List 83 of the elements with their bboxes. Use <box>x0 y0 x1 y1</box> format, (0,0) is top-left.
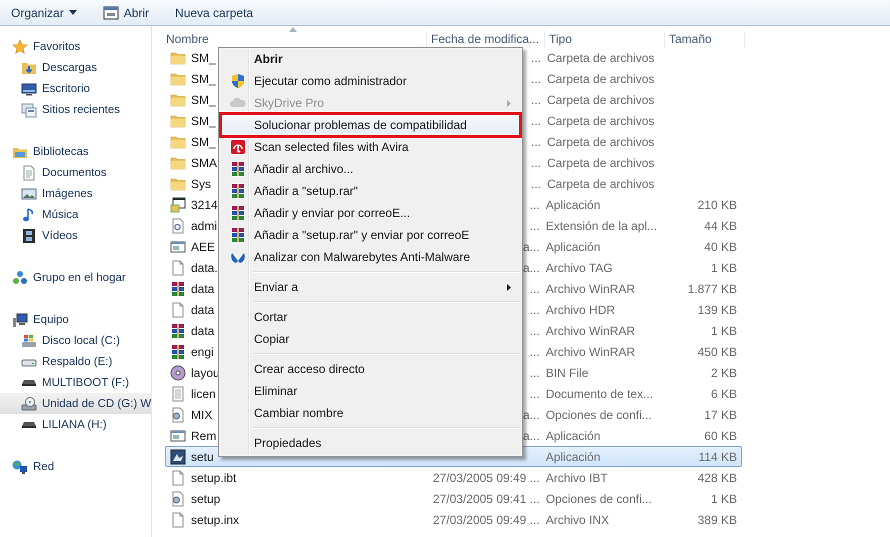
file-name: data <box>191 302 214 316</box>
size-cell-text: 389 KB <box>696 512 738 526</box>
date-cell: 27/03/2005 09:49 ... <box>432 470 540 484</box>
size-cell-text: 17 KB <box>703 408 738 422</box>
size-cell-text: 44 KB <box>703 218 738 232</box>
type-cell-text: Archivo IBT <box>544 470 609 484</box>
file-name: SM_ <box>191 50 216 64</box>
file-name: setup.ibt <box>191 470 236 484</box>
type-cell-text: Carpeta de archivos <box>546 156 656 170</box>
type-cell-text: Archivo TAG <box>544 260 614 274</box>
file-name: SM_ <box>191 92 216 106</box>
type-cell-text: Carpeta de archivos <box>546 134 656 148</box>
date-cell: ... <box>530 302 540 316</box>
size-cell-text: 60 KB <box>703 428 738 442</box>
size-cell-text: 1 KB <box>710 492 738 506</box>
file-name: setu <box>191 450 214 464</box>
type-cell-text: Archivo WinRAR <box>544 282 636 296</box>
file-name: data. <box>191 260 218 274</box>
file-name: data <box>191 282 214 296</box>
size-cell-text: 2 KB <box>710 366 738 380</box>
size-cell-text: 114 KB <box>698 450 738 464</box>
date-cell: 27/03/2005 09:49 ... <box>432 512 540 526</box>
type-cell-text: Archivo HDR <box>544 302 616 316</box>
file-name: SM_ <box>191 72 216 86</box>
date-cell: ... <box>530 156 541 170</box>
file-name: SM_ <box>191 114 216 128</box>
date-cell: a... <box>523 240 540 254</box>
file-name: admi <box>191 218 218 232</box>
size-cell-text: 450 KB <box>696 344 738 358</box>
type-cell-text: Aplicación <box>544 450 602 464</box>
type-cell-text: Aplicación <box>544 240 602 254</box>
type-cell-text: Documento de tex... <box>544 386 654 400</box>
file-name: MIX <box>191 408 212 422</box>
date-cell: a... <box>523 260 540 274</box>
date-cell: ... <box>530 324 540 338</box>
date-cell: ... <box>530 114 541 128</box>
type-cell-text: Carpeta de archivos <box>546 176 656 190</box>
size-cell-text: 210 KB <box>696 198 738 212</box>
file-name: 3214 <box>191 198 218 212</box>
date-cell: ... <box>530 92 541 106</box>
date-cell: ... <box>530 344 540 358</box>
type-cell-text: Opciones de confi... <box>544 408 653 422</box>
size-cell-text: 40 KB <box>703 240 738 254</box>
date-cell: ... <box>530 134 541 148</box>
date-cell: ... <box>530 386 540 400</box>
type-cell-text: Aplicación <box>544 198 602 212</box>
file-name: data <box>191 324 214 338</box>
date-cell: ... <box>530 282 540 296</box>
size-cell-text: 428 KB <box>696 470 738 484</box>
file-name: SM_ <box>191 134 216 148</box>
type-cell-text: Carpeta de archivos <box>546 92 656 106</box>
file-name: licen <box>191 386 216 400</box>
type-cell-text: Carpeta de archivos <box>546 72 656 86</box>
size-cell-text: 6 KB <box>710 386 738 400</box>
date-cell: a... <box>523 408 540 422</box>
date-cell: 27/03/2005 09:41 ... <box>432 492 540 506</box>
date-cell: ... <box>530 176 541 190</box>
type-cell-text: Archivo WinRAR <box>544 324 636 338</box>
date-cell: a... <box>523 428 540 442</box>
type-cell-text: BIN File <box>544 366 590 380</box>
type-cell-text: Archivo WinRAR <box>544 344 636 358</box>
type-cell-text: Carpeta de archivos <box>546 50 656 64</box>
file-name: SMA <box>191 156 218 170</box>
file-name: AEE <box>191 240 216 254</box>
type-cell-text: Carpeta de archivos <box>546 114 656 128</box>
type-cell-text: Archivo INX <box>544 512 610 526</box>
file-name: Sys <box>191 176 212 190</box>
type-cell-text: Extensión de la apl... <box>544 218 658 232</box>
type-cell-text: Opciones de confi... <box>544 492 653 506</box>
file-name: setup.inx <box>191 512 240 526</box>
file-name: setup <box>191 492 220 506</box>
type-cell-text: Aplicación <box>544 428 602 442</box>
date-cell: ... <box>530 50 541 64</box>
date-cell: ... <box>530 366 540 380</box>
size-cell-text: 1.877 KB <box>686 282 738 296</box>
date-cell: ... <box>530 218 540 232</box>
file-name: Rem <box>191 428 216 442</box>
size-cell-text: 1 KB <box>710 324 738 338</box>
size-cell-text: 1 KB <box>710 260 738 274</box>
date-cell: ... <box>530 198 540 212</box>
size-cell-text: 139 KB <box>696 302 738 316</box>
date-cell: ... <box>530 72 541 86</box>
file-name: engi <box>191 344 214 358</box>
